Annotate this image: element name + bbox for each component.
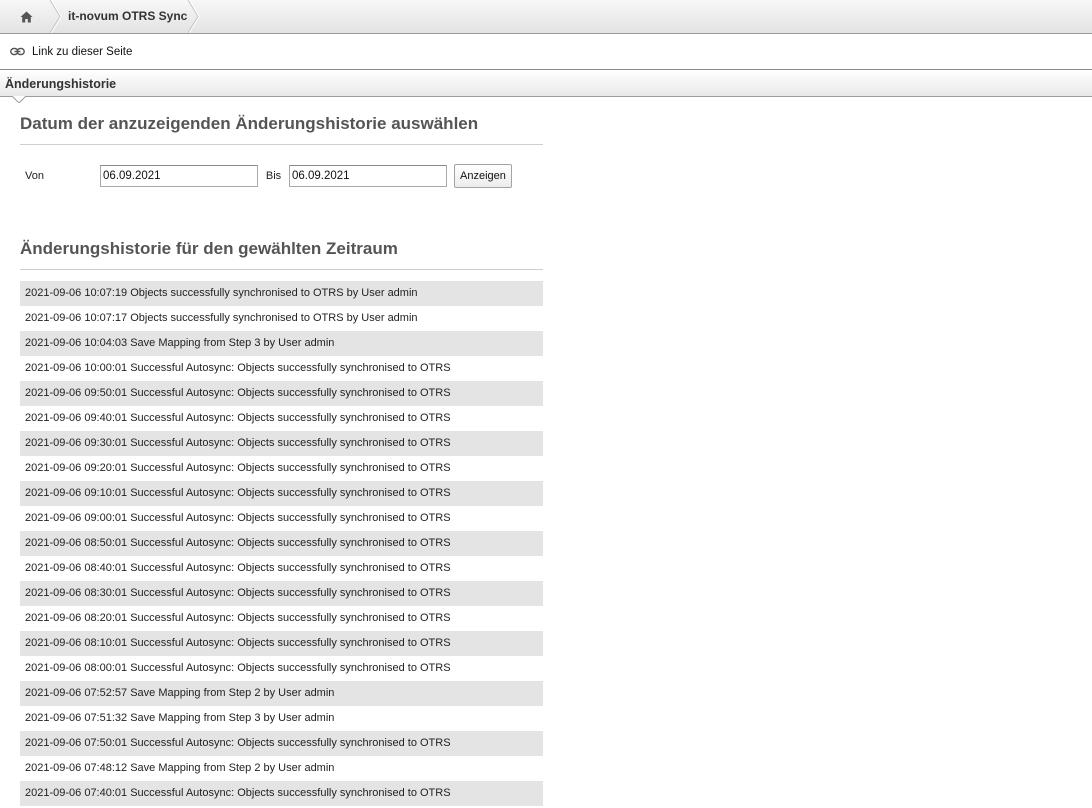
history-entry: 2021-09-06 09:40:01 Successful Autosync:… [25, 412, 451, 424]
section-notch [12, 96, 26, 103]
breadcrumb: it-novum OTRS Sync [0, 0, 1092, 34]
history-entry: 2021-09-06 09:50:01 Successful Autosync:… [20, 381, 543, 406]
history-entry: 2021-09-06 09:10:01 Successful Autosync:… [20, 481, 543, 506]
section-title: Änderungshistorie [5, 77, 117, 91]
history-heading: Änderungshistorie für den gewählten Zeit… [20, 239, 543, 270]
date-range-form: Von Bis Anzeigen [20, 163, 543, 189]
history-entry: 2021-09-06 09:00:01 Successful Autosync:… [25, 512, 451, 524]
history-entry: 2021-09-06 07:52:57 Save Mapping from St… [20, 681, 543, 706]
history-entry: 2021-09-06 09:20:01 Successful Autosync:… [25, 462, 451, 474]
history-entry: 2021-09-06 08:10:01 Successful Autosync:… [20, 631, 543, 656]
history-entry: 2021-09-06 10:00:01 Successful Autosync:… [25, 362, 451, 374]
history-entry: 2021-09-06 10:07:19 Objects successfully… [20, 281, 543, 306]
breadcrumb-separator [188, 0, 200, 33]
history-list: 2021-09-06 10:07:19 Objects successfully… [20, 281, 543, 806]
history-entry: 2021-09-06 07:48:12 Save Mapping from St… [25, 762, 335, 774]
link-icon [10, 47, 25, 56]
history-entry: 2021-09-06 10:07:17 Objects successfully… [25, 312, 418, 324]
history-entry: 2021-09-06 08:20:01 Successful Autosync:… [25, 612, 451, 624]
from-date-input[interactable] [100, 165, 258, 187]
date-select-heading: Datum der anzuzeigenden Änderungshistori… [20, 114, 543, 145]
history-entry: 2021-09-06 07:51:32 Save Mapping from St… [25, 712, 335, 724]
history-entry: 2021-09-06 08:40:01 Successful Autosync:… [25, 562, 451, 574]
history-entry: 2021-09-06 07:40:01 Successful Autosync:… [20, 781, 543, 806]
section-header: Änderungshistorie [0, 70, 1092, 103]
show-button[interactable]: Anzeigen [454, 164, 512, 188]
breadcrumb-separator [50, 0, 62, 33]
from-label: Von [25, 170, 44, 182]
page-link[interactable]: Link zu dieser Seite [0, 34, 1092, 70]
history-entry: 2021-09-06 08:00:01 Successful Autosync:… [25, 662, 451, 674]
history-entry: 2021-09-06 07:50:01 Successful Autosync:… [20, 731, 543, 756]
history-entry: 2021-09-06 09:30:01 Successful Autosync:… [20, 431, 543, 456]
to-label: Bis [265, 170, 282, 182]
home-icon [20, 11, 32, 22]
history-entry: 2021-09-06 08:50:01 Successful Autosync:… [20, 531, 543, 556]
page-link-label[interactable]: Link zu dieser Seite [32, 46, 132, 58]
breadcrumb-home[interactable] [0, 0, 52, 33]
main-content: Datum der anzuzeigenden Änderungshistori… [20, 114, 543, 806]
breadcrumb-current[interactable]: it-novum OTRS Sync [68, 0, 187, 33]
history-entry: 2021-09-06 08:30:01 Successful Autosync:… [20, 581, 543, 606]
history-entry: 2021-09-06 10:04:03 Save Mapping from St… [20, 331, 543, 356]
to-date-input[interactable] [289, 165, 447, 187]
